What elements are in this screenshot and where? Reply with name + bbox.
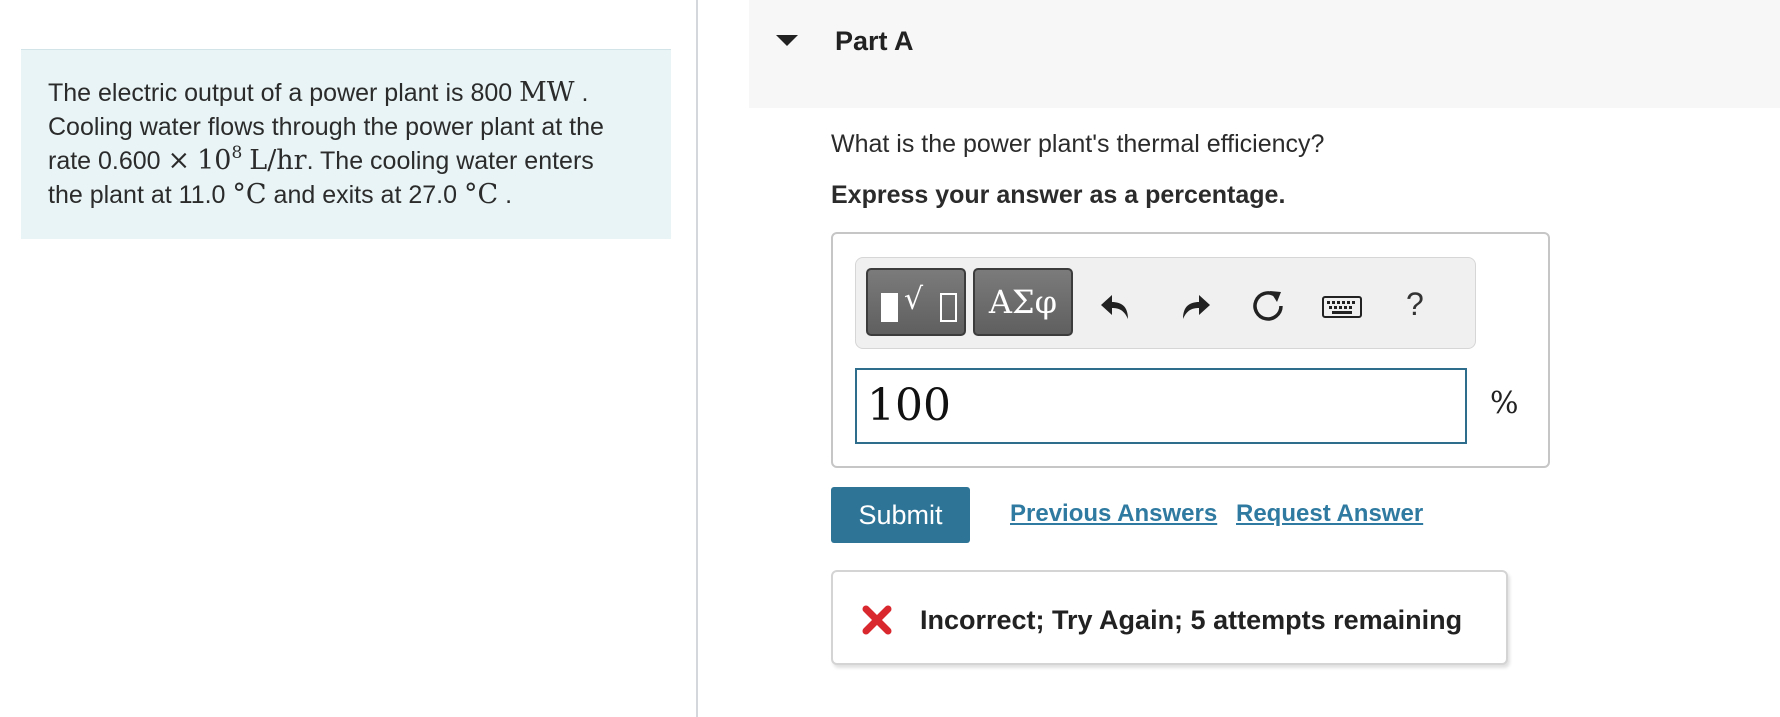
problem-line-1: The electric output of a power plant is … <box>48 77 589 108</box>
feedback-message: Incorrect; Try Again; 5 attempts remaini… <box>920 605 1463 635</box>
problem-line-3: rate 0.600 × 108 L/hr. The cooling water… <box>48 143 594 177</box>
problem-line-4: the plant at 11.0 °C and exits at 27.0 °… <box>48 179 513 210</box>
submit-button[interactable]: Submit <box>831 487 970 543</box>
problem-statement-panel: The electric output of a power plant is … <box>21 49 671 239</box>
request-answer-link[interactable]: Request Answer <box>1236 500 1423 528</box>
unit-mw: MW <box>519 77 575 108</box>
previous-answers-link[interactable]: Previous Answers <box>1010 500 1217 528</box>
question-text: What is the power plant's thermal effici… <box>831 130 1325 158</box>
unit-label: % <box>1490 386 1519 421</box>
collapse-caret-icon[interactable] <box>776 35 798 46</box>
keyboard-icon[interactable] <box>1321 286 1363 326</box>
answer-input[interactable]: 100 <box>855 368 1467 444</box>
template-box-shape <box>940 293 957 322</box>
incorrect-x-icon <box>861 604 893 636</box>
redo-icon[interactable] <box>1173 286 1213 326</box>
problem-line-2: Cooling water flows through the power pl… <box>48 113 604 141</box>
templates-button[interactable]: √ <box>866 268 966 336</box>
undo-icon[interactable] <box>1098 286 1138 326</box>
help-icon[interactable]: ? <box>1406 284 1424 324</box>
radical-icon: √ <box>904 282 924 317</box>
column-divider <box>696 0 698 717</box>
feedback-box: Incorrect; Try Again; 5 attempts remaini… <box>831 570 1508 665</box>
greek-letters-button[interactable]: ΑΣφ <box>973 268 1073 336</box>
part-header[interactable]: Part A <box>749 0 1780 108</box>
answer-instruction: Express your answer as a percentage. <box>831 181 1286 209</box>
template-block-shape <box>881 293 898 322</box>
part-title: Part A <box>835 26 914 56</box>
problem-text: The electric output of a power plant is … <box>48 76 648 212</box>
answer-box: √ ΑΣφ ? 100 % <box>831 232 1550 468</box>
reset-icon[interactable] <box>1248 286 1288 326</box>
math-toolbar: √ ΑΣφ ? <box>855 257 1476 349</box>
